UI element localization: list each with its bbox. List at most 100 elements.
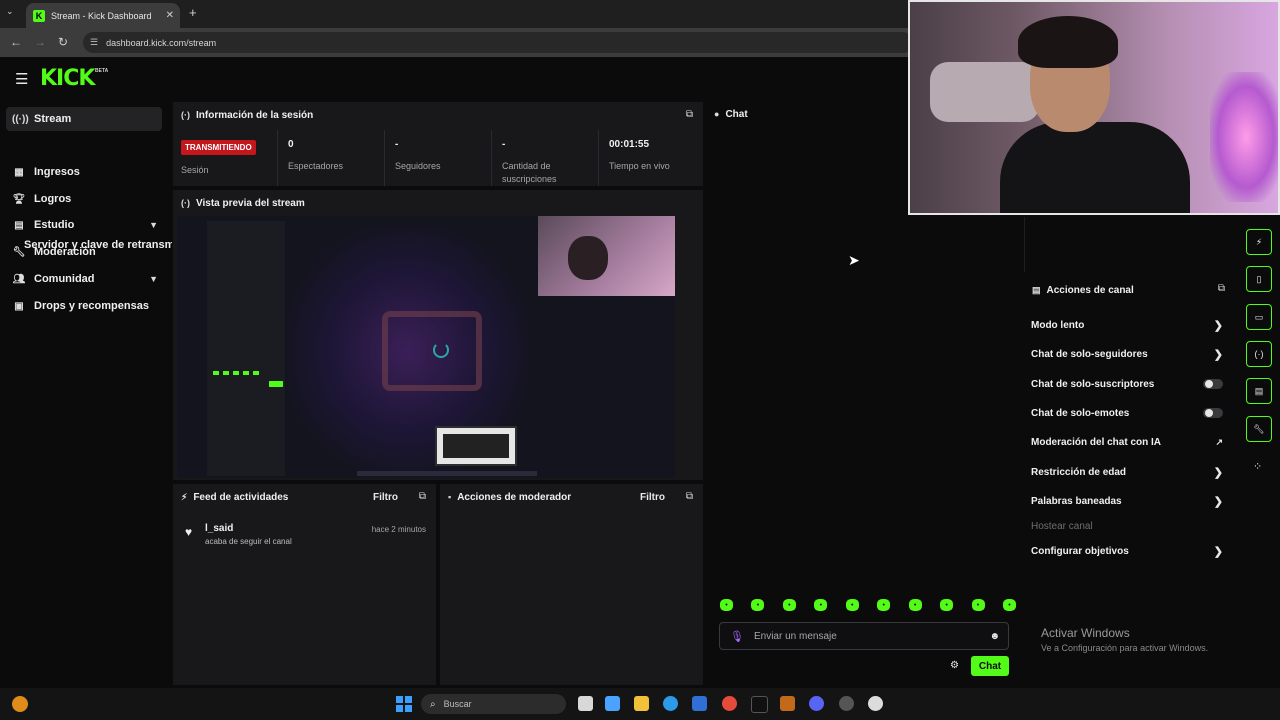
channel-action-ai-moderation[interactable]: Moderación del chat con IA ↗ (1031, 432, 1229, 452)
broadcast-icon: (·) (181, 198, 190, 208)
webcam-overlay (908, 0, 1280, 215)
hamburger-menu-icon[interactable]: ☰ (15, 70, 28, 88)
viewers-value: 0 (288, 139, 294, 150)
preview-frame (382, 311, 482, 391)
popout-icon[interactable]: ⧉ (1218, 283, 1225, 294)
chat-bubble-icon[interactable]: ▭ (1246, 304, 1272, 330)
taskbar-search-placeholder: Buscar (443, 699, 472, 709)
sidebar-item-estudio[interactable]: ▤ Estudio ▼ (6, 213, 162, 237)
app-icon[interactable] (839, 696, 854, 711)
session-info-panel: (·) Información de la sesión ⧉ TRANSMITI… (173, 102, 703, 186)
webcam-person-body (1000, 122, 1190, 213)
trophy-icon: 🏆︎ (12, 193, 26, 205)
channel-action-age-restriction[interactable]: Restricción de edad ❯ (1031, 462, 1229, 482)
emote-icon[interactable]: • (782, 599, 796, 611)
emotes-only-toggle[interactable] (1203, 408, 1223, 418)
activity-desc: acaba de seguir el canal (205, 537, 292, 546)
activity-time: hace 2 minutos (371, 525, 426, 534)
emote-bar: • • • • • • • • • • (720, 599, 1016, 611)
channel-action-slow-mode[interactable]: Modo lento ❯ (1031, 315, 1229, 335)
panel-title: Chat (725, 108, 748, 120)
sidebar-item-label: Stream (34, 113, 72, 125)
forward-arrow-icon[interactable]: → (34, 35, 46, 49)
sidebar: ((·)) Stream Servidor y clave de retrans… (0, 99, 172, 689)
obs-icon[interactable] (868, 696, 883, 711)
channel-action-followers-only[interactable]: Chat de solo-seguidores ❯ (1031, 344, 1229, 364)
emote-icon[interactable]: • (720, 599, 733, 611)
windows-start-icon[interactable] (396, 696, 412, 712)
browser-tab[interactable]: K Stream - Kick Dashboard ✕ (26, 3, 180, 28)
chat-message-input[interactable]: 🎙︎ Enviar un mensaje ☻ (719, 622, 1009, 650)
tiktok-icon[interactable] (751, 696, 768, 713)
file-explorer-icon[interactable] (634, 696, 649, 711)
emoji-picker-icon[interactable]: ☻ (989, 631, 1000, 642)
panel-title: Feed de actividades (193, 491, 289, 503)
subs-only-toggle[interactable] (1203, 379, 1223, 389)
shield-icon: ▪ (448, 492, 452, 502)
wrench-icon[interactable]: 🔧︎ (1246, 416, 1272, 442)
divider (384, 130, 385, 186)
chevron-right-icon: ❯ (1213, 545, 1223, 558)
site-info-icon[interactable]: ☰ (90, 37, 98, 48)
channel-action-label: Modo lento (1031, 319, 1085, 331)
emote-icon[interactable]: • (971, 599, 985, 611)
widgets-icon[interactable] (605, 696, 620, 711)
emote-icon[interactable]: • (1002, 599, 1016, 611)
close-icon[interactable]: ✕ (166, 10, 174, 21)
activity-user[interactable]: l_said (205, 523, 233, 534)
emote-icon[interactable]: • (877, 599, 891, 611)
new-tab-plus-icon[interactable]: + (189, 5, 197, 20)
popout-icon[interactable]: ⧉ (686, 491, 693, 502)
channel-action-banned-words[interactable]: Palabras baneadas ❯ (1031, 491, 1229, 511)
kick-logo[interactable]: KICK (40, 66, 95, 91)
panel-header: (·) Vista previa del stream (173, 190, 703, 216)
chat-send-button[interactable]: Chat (971, 656, 1009, 676)
address-bar[interactable]: ☰ dashboard.kick.com/stream (83, 32, 913, 53)
stream-preview-video[interactable] (177, 216, 675, 478)
divider (598, 130, 599, 186)
popout-icon[interactable]: ⧉ (419, 491, 426, 502)
reload-icon[interactable]: ↻ (58, 35, 68, 49)
sidebar-item-logros[interactable]: 🏆︎ Logros (6, 187, 162, 211)
channel-action-goals[interactable]: Configurar objetivos ❯ (1031, 541, 1229, 561)
sidebar-item-moderacion[interactable]: 🔧︎ Moderación (6, 240, 162, 264)
popout-icon[interactable]: ⧉ (686, 109, 693, 120)
taskbar-search[interactable]: ⌕ Buscar (421, 694, 566, 714)
task-view-icon[interactable] (578, 696, 593, 711)
store-icon[interactable] (692, 696, 707, 711)
gear-icon[interactable]: ⚙ (950, 660, 959, 671)
followers-value: - (395, 139, 399, 150)
sidebar-item-label: Logros (34, 193, 72, 205)
mod-filter-button[interactable]: Filtro (640, 492, 665, 503)
chrome-icon[interactable] (722, 696, 737, 711)
emote-icon[interactable]: • (940, 599, 954, 611)
activity-filter-button[interactable]: Filtro (373, 492, 398, 503)
emote-icon[interactable]: • (814, 599, 828, 611)
channel-action-label: Restricción de edad (1031, 466, 1127, 478)
app-icon[interactable] (780, 696, 795, 711)
apps-icon[interactable]: ⁘ (1253, 460, 1262, 473)
bolt-icon[interactable]: ⚡︎ (1246, 229, 1272, 255)
tab-list-chevron-icon[interactable]: ⌄ (6, 6, 14, 17)
microphone-icon[interactable]: 🎙︎ (730, 630, 744, 643)
broadcast-icon[interactable]: (·) (1246, 341, 1272, 367)
channel-action-label: Palabras baneadas (1031, 495, 1122, 507)
sidebar-item-drops[interactable]: ▣ Drops y recompensas (6, 294, 162, 318)
emote-icon[interactable]: • (751, 599, 765, 611)
sidebar-item-ingresos[interactable]: ▦ Ingresos (6, 160, 162, 184)
sidebar-item-stream[interactable]: ((·)) Stream (6, 107, 162, 131)
document-icon[interactable]: ▯ (1246, 266, 1272, 292)
layout-icon[interactable]: ▤ (1246, 378, 1272, 404)
sidebar-item-comunidad[interactable]: 👥︎ Comunidad ▼ (6, 267, 162, 291)
discord-icon[interactable] (809, 696, 824, 711)
emote-icon[interactable]: • (908, 599, 922, 611)
people-icon: 👥︎ (12, 273, 26, 285)
weather-icon[interactable] (12, 696, 28, 712)
panel-title: Información de la sesión (196, 109, 314, 121)
chevron-right-icon: ❯ (1213, 348, 1223, 361)
edge-icon[interactable] (663, 696, 678, 711)
chevron-right-icon: ❯ (1213, 319, 1223, 332)
webcam-person-hair (1018, 16, 1118, 68)
back-arrow-icon[interactable]: ← (10, 35, 22, 49)
emote-icon[interactable]: • (845, 599, 859, 611)
